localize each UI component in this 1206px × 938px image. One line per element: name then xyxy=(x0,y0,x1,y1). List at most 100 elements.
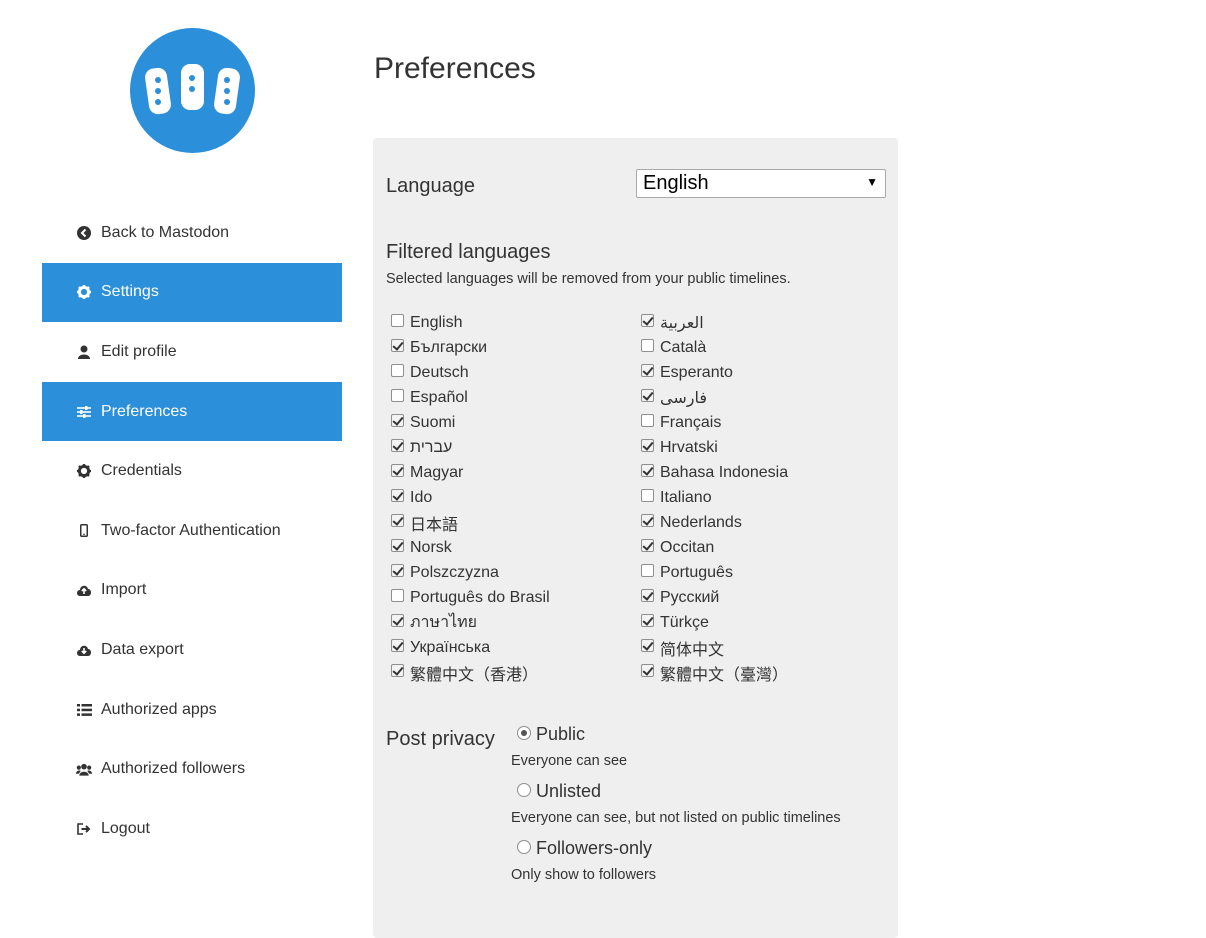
checkbox[interactable] xyxy=(641,414,654,427)
checkbox[interactable] xyxy=(391,664,404,677)
language-checkbox-row[interactable]: Suomi xyxy=(391,410,631,435)
language-label: Português do Brasil xyxy=(410,588,550,606)
language-checkbox-row[interactable]: עברית xyxy=(391,435,631,460)
language-checkbox-row[interactable]: ภาษาไทย xyxy=(391,610,631,635)
sidebar-item-data-export[interactable]: Data export xyxy=(42,620,342,680)
language-checkbox-row[interactable]: English xyxy=(391,310,631,335)
language-checkbox-row[interactable]: Italiano xyxy=(641,485,881,510)
language-label: 日本語 xyxy=(410,516,459,534)
checkbox[interactable] xyxy=(391,514,404,527)
language-label: فارسی xyxy=(660,389,707,407)
sidebar-item-label: Authorized followers xyxy=(101,760,246,778)
language-checkbox-row[interactable]: Polszczyzna xyxy=(391,560,631,585)
checkbox[interactable] xyxy=(391,589,404,602)
checkbox[interactable] xyxy=(391,439,404,452)
checkbox[interactable] xyxy=(391,339,404,352)
language-label: Bahasa Indonesia xyxy=(660,463,789,481)
checkbox[interactable] xyxy=(391,364,404,377)
language-checkbox-row[interactable]: 日本語 xyxy=(391,510,631,535)
checkbox[interactable] xyxy=(391,639,404,652)
checkbox[interactable] xyxy=(641,539,654,552)
language-checkbox-row[interactable]: Occitan xyxy=(641,535,881,560)
sidebar-nav: Back to Mastodon Settings Edit profile P… xyxy=(42,203,342,859)
language-checkbox-row[interactable]: 简体中文 xyxy=(641,635,881,660)
language-checkbox-row[interactable]: العربية xyxy=(641,310,881,335)
checkbox[interactable] xyxy=(391,614,404,627)
sidebar-item-label: Authorized apps xyxy=(101,700,217,718)
sidebar-item-authorized-followers[interactable]: Authorized followers xyxy=(42,739,342,799)
sidebar-item-label: Two-factor Authentication xyxy=(101,521,281,539)
language-checkbox-row[interactable]: Українська xyxy=(391,635,631,660)
language-label: Русский xyxy=(660,588,720,606)
checkbox[interactable] xyxy=(641,589,654,602)
language-checkbox-row[interactable]: فارسی xyxy=(641,385,881,410)
checkbox[interactable] xyxy=(641,639,654,652)
privacy-radio-row[interactable]: Followers-only xyxy=(517,838,891,859)
list-icon xyxy=(76,702,92,718)
checkbox[interactable] xyxy=(391,314,404,327)
checkbox[interactable] xyxy=(641,389,654,402)
language-label: Polszczyzna xyxy=(410,563,499,581)
sidebar-item-two-factor-authentication[interactable]: Two-factor Authentication xyxy=(42,501,342,561)
language-checkbox-row[interactable]: Deutsch xyxy=(391,360,631,385)
checkbox[interactable] xyxy=(391,389,404,402)
language-checkbox-row[interactable]: Български xyxy=(391,335,631,360)
language-label: Esperanto xyxy=(660,363,733,381)
checkbox[interactable] xyxy=(391,489,404,502)
checkbox[interactable] xyxy=(641,464,654,477)
checkbox[interactable] xyxy=(641,439,654,452)
privacy-radio-row[interactable]: Public xyxy=(517,724,891,745)
preferences-form: Language English ▼ Filtered languages Se… xyxy=(373,138,898,938)
sidebar-item-settings[interactable]: Settings xyxy=(42,262,342,323)
language-checkbox-row[interactable]: Magyar xyxy=(391,460,631,485)
checkbox[interactable] xyxy=(641,564,654,577)
language-checkbox-row[interactable]: Português do Brasil xyxy=(391,585,631,610)
language-checkbox-row[interactable]: Français xyxy=(641,410,881,435)
checkbox[interactable] xyxy=(641,364,654,377)
language-checkbox-row[interactable]: Català xyxy=(641,335,881,360)
checkbox[interactable] xyxy=(391,414,404,427)
language-checkbox-row[interactable]: Español xyxy=(391,385,631,410)
language-checkbox-row[interactable]: Ido xyxy=(391,485,631,510)
language-label: Occitan xyxy=(660,538,715,556)
checkbox[interactable] xyxy=(641,314,654,327)
language-checkbox-row[interactable]: 繁體中文（香港） xyxy=(391,660,631,685)
language-checkbox-row[interactable]: 繁體中文（臺灣） xyxy=(641,660,881,685)
radio-button[interactable] xyxy=(517,839,531,854)
checkbox[interactable] xyxy=(641,614,654,627)
language-checkbox-row[interactable]: Português xyxy=(641,560,881,585)
language-checkbox-row[interactable]: Bahasa Indonesia xyxy=(641,460,881,485)
privacy-radio-row[interactable]: Unlisted xyxy=(517,781,891,802)
sidebar-item-logout[interactable]: Logout xyxy=(42,799,342,859)
language-label: Magyar xyxy=(410,463,464,481)
sidebar-item-edit-profile[interactable]: Edit profile xyxy=(42,322,342,382)
checkbox[interactable] xyxy=(391,464,404,477)
privacy-option-label: Unlisted xyxy=(536,781,602,801)
mastodon-logo[interactable] xyxy=(130,28,255,153)
radio-button[interactable] xyxy=(517,725,531,740)
privacy-option-unlisted: Unlisted Everyone can see, but not liste… xyxy=(511,781,891,826)
sidebar-item-preferences[interactable]: Preferences xyxy=(42,381,342,442)
language-checkbox-row[interactable]: Esperanto xyxy=(641,360,881,385)
checkbox[interactable] xyxy=(641,664,654,677)
sidebar-item-back-to-mastodon[interactable]: Back to Mastodon xyxy=(42,203,342,263)
checkbox[interactable] xyxy=(641,339,654,352)
sidebar-item-credentials[interactable]: Credentials xyxy=(42,441,342,501)
language-label: Italiano xyxy=(660,488,712,506)
language-label: Language xyxy=(386,175,475,197)
language-select[interactable]: English ▼ xyxy=(636,169,886,198)
language-checkbox-row[interactable]: Русский xyxy=(641,585,881,610)
language-checkbox-row[interactable]: Norsk xyxy=(391,535,631,560)
checkbox[interactable] xyxy=(391,564,404,577)
checkbox[interactable] xyxy=(641,489,654,502)
checkbox[interactable] xyxy=(641,514,654,527)
language-checkbox-row[interactable]: Türkçe xyxy=(641,610,881,635)
privacy-option-label: Followers-only xyxy=(536,838,653,858)
language-label: Български xyxy=(410,338,488,356)
language-checkbox-row[interactable]: Hrvatski xyxy=(641,435,881,460)
checkbox[interactable] xyxy=(391,539,404,552)
language-checkbox-row[interactable]: Nederlands xyxy=(641,510,881,535)
sidebar-item-import[interactable]: Import xyxy=(42,561,342,621)
radio-button[interactable] xyxy=(517,782,531,797)
sidebar-item-authorized-apps[interactable]: Authorized apps xyxy=(42,680,342,740)
